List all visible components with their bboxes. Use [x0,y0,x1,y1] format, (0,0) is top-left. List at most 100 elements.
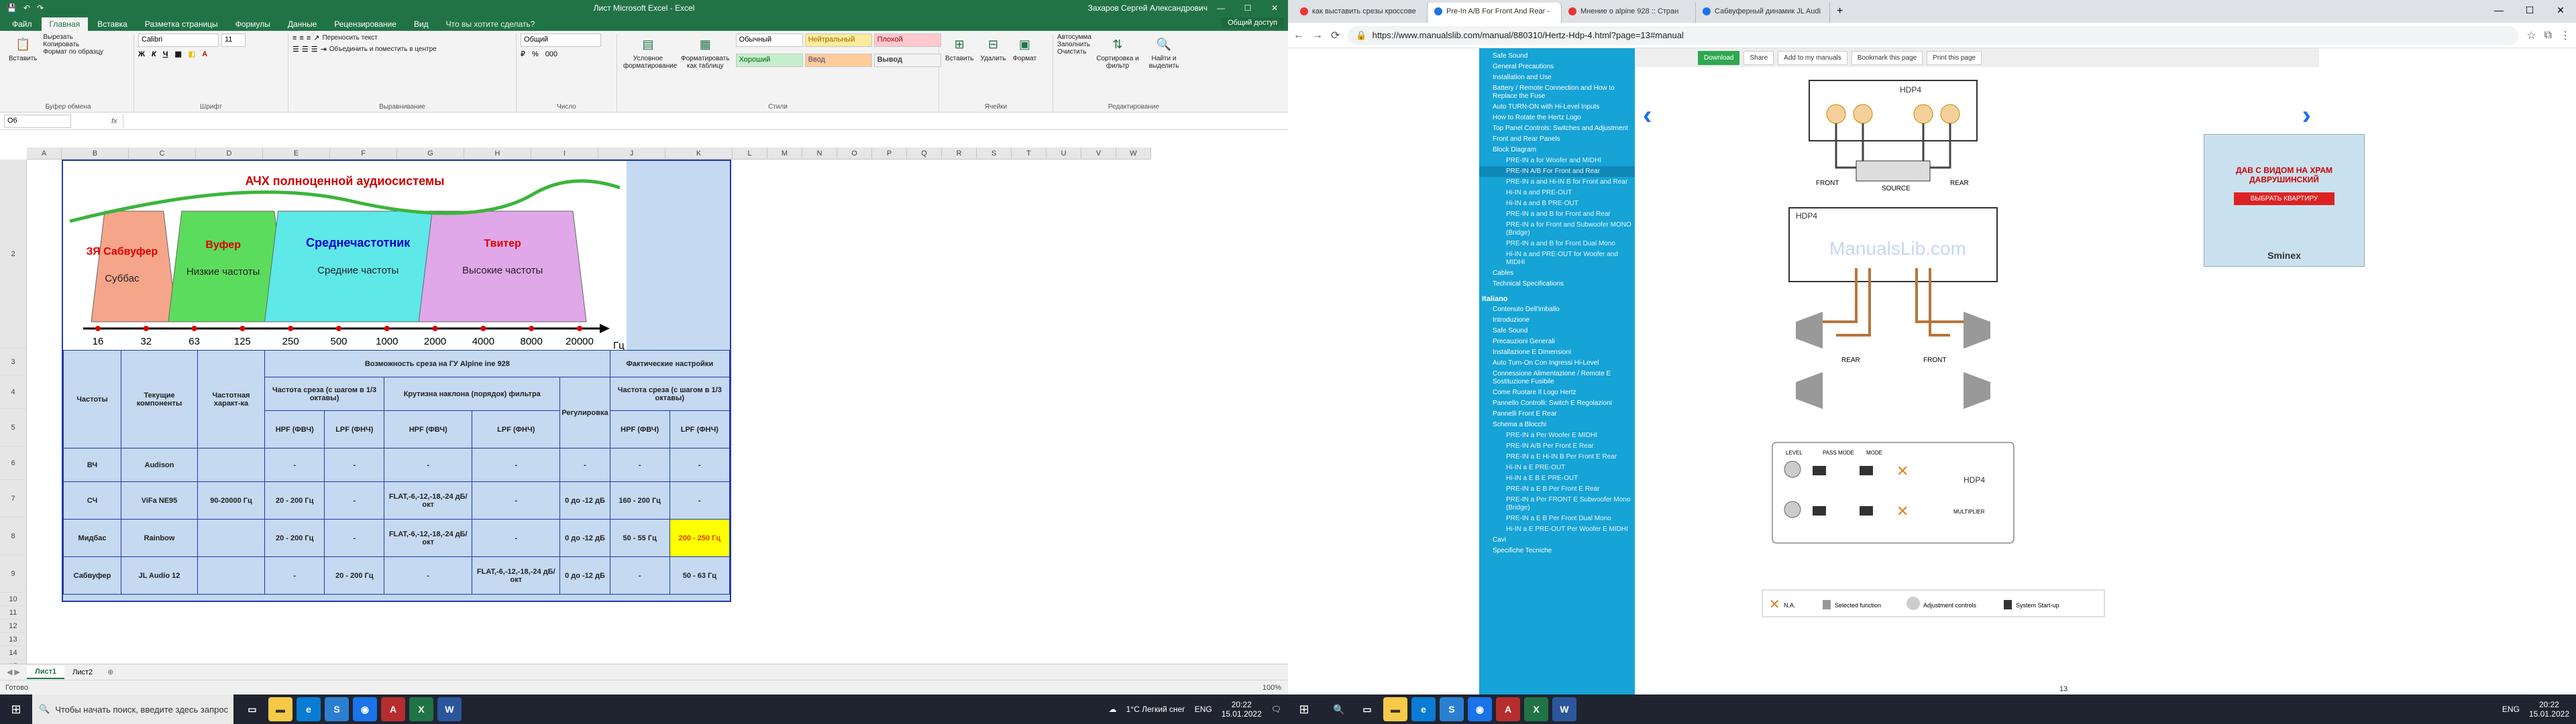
font-color-icon[interactable]: A [202,50,207,58]
column-header[interactable]: D [196,147,263,159]
column-header[interactable]: Q [907,147,942,159]
toc-item[interactable]: PRE-IN a Per Woofer E MIDHI [1479,430,1635,441]
word-icon[interactable]: W [1552,697,1576,721]
table-cell[interactable]: FLAT,-6,-12,-18,-24 дБ/окт [384,481,473,520]
toc-item[interactable]: Front and Rear Panels [1479,134,1635,145]
close-icon[interactable]: ✕ [2545,0,2576,20]
toc-item[interactable]: General Precautions [1479,62,1635,72]
ad-button[interactable]: ВЫБРАТЬ КВАРТИРУ [2234,192,2334,205]
table-cell[interactable]: Audison [121,448,198,482]
advertisement[interactable]: ДАВ С ВИДОМ НА ХРАМ ДАВРУШИНСКИЙ ВЫБРАТЬ… [2204,134,2365,267]
tab-data[interactable]: Данные [280,17,325,31]
row-header[interactable]: 11 [0,606,26,619]
table-cell[interactable]: - [264,448,325,482]
toc-item[interactable]: Top Panel Controls: Switches and Adjustm… [1479,123,1635,134]
word-icon[interactable]: W [437,697,462,721]
comma-icon[interactable]: 000 [545,50,557,58]
column-header[interactable]: T [1012,147,1046,159]
style-normal[interactable]: Обычный [735,34,803,47]
edge-icon[interactable]: e [1411,697,1436,721]
tab-review[interactable]: Рецензирование [326,17,405,31]
tab-view[interactable]: Вид [406,17,437,31]
format-cells-button[interactable]: ▣ Формат [1011,34,1039,64]
task-view-icon[interactable]: ▭ [1355,697,1379,721]
add-sheet-icon[interactable]: ⊕ [101,668,120,676]
paste-button[interactable]: 📋 Вставить [7,34,39,64]
clock[interactable]: 20:22 15.01.2022 [1222,700,1262,719]
toc-item[interactable]: Technical Specifications [1479,279,1635,290]
toc-item[interactable]: Safe Sound [1479,326,1635,337]
toc-item[interactable]: PRE-IN a E B Per Front E Rear [1479,484,1635,495]
fill-button[interactable]: Заполнить [1057,41,1091,48]
browser-tab[interactable]: Мнение о alpine 928 :: Стран [1562,3,1696,23]
toc-item[interactable]: Battery / Remote Connection and How to R… [1479,83,1635,102]
table-cell[interactable]: - [609,448,670,482]
table-cell[interactable]: 50 - 63 Гц [669,556,731,595]
edge-icon[interactable]: e [297,697,321,721]
column-header[interactable]: V [1081,147,1116,159]
column-header[interactable]: G [397,147,464,159]
sheet-tab-1[interactable]: Лист1 [26,665,65,679]
font-size-select[interactable]: 11 [221,34,246,47]
column-header[interactable]: M [767,147,802,159]
formula-input[interactable] [122,114,1288,128]
previous-page-icon[interactable]: ‹ [1643,101,1652,131]
tab-insert[interactable]: Вставка [89,17,136,31]
toc-item[interactable]: PRE-IN a and Hi-IN B for Front and Rear [1479,177,1635,188]
table-cell[interactable]: - [559,448,610,482]
save-icon[interactable]: 💾 [7,3,17,13]
star-icon[interactable]: ☆ [2526,29,2536,42]
fill-color-icon[interactable]: ◧ [189,50,195,58]
table-cell[interactable]: FLAT,-6,-12,-18,-24 дБ/окт [472,556,561,595]
table-cell[interactable] [197,519,265,557]
forward-icon[interactable]: → [1312,29,1323,42]
table-cell[interactable]: 20 - 200 Гц [264,481,325,520]
explorer-icon[interactable]: ▬ [1383,697,1407,721]
italic-icon[interactable]: К [152,50,156,58]
task-view-icon[interactable]: ▭ [240,697,264,721]
table-cell[interactable]: - [324,448,385,482]
toc-item[interactable]: PRE-IN a Per FRONT E Subwoofer Mono (Bri… [1479,495,1635,514]
row-header[interactable]: 10 [0,593,26,606]
user-name[interactable]: Захаров Сергей Александрович [1088,3,1208,13]
bold-icon[interactable]: Ж [138,50,145,58]
table-cell[interactable]: 20 - 200 Гц [324,556,385,595]
column-header[interactable]: I [531,147,598,159]
toc-item[interactable]: Pannello Controlli: Switch E Regolazioni [1479,398,1635,409]
row-header[interactable]: 6 [0,446,26,480]
table-cell[interactable]: - [472,448,561,482]
notifications-icon[interactable]: 🗨 [1271,705,1281,714]
toc-item[interactable]: Schema a Blocchi [1479,420,1635,430]
acrobat-icon[interactable]: A [381,697,405,721]
table-cell[interactable]: 0 до -12 дБ [559,481,610,520]
font-name-select[interactable]: Calibri [138,34,219,47]
insert-cells-button[interactable]: ⊞ Вставить [943,34,975,64]
toc-item[interactable]: Auto Turn-On Con Ingressi Hi-Level [1479,358,1635,369]
explorer-icon[interactable]: ▬ [268,697,292,721]
toc-item[interactable]: Italiano [1479,294,1635,304]
currency-icon[interactable]: ₽ [521,50,525,58]
sheet-nav-icon[interactable]: ◀ ▶ [0,668,27,676]
new-tab-icon[interactable]: + [1830,0,1849,23]
table-cell[interactable]: - [324,519,385,557]
toc-item[interactable]: Hi-IN a and B PRE-OUT [1479,198,1635,209]
reload-icon[interactable]: ⟳ [1331,29,1340,42]
align-bottom-icon[interactable]: ≡ [307,34,311,42]
row-header[interactable]: 7 [0,480,26,518]
table-cell[interactable]: ViFa NE95 [121,481,198,520]
menu-icon[interactable]: ⋮ [2560,29,2571,42]
style-bad[interactable]: Плохой [873,34,941,47]
row-header[interactable]: 2 [0,160,26,349]
toc-item[interactable]: Hi-IN a and PRE-OUT [1479,188,1635,198]
toc-item[interactable]: Hi-IN a E PRE-OUT [1479,463,1635,473]
align-left-icon[interactable]: ☰ [292,45,299,54]
column-header[interactable]: J [598,147,665,159]
table-cell[interactable]: 0 до -12 дБ [559,556,610,595]
worksheet-grid[interactable]: ABCDEFGHIJKLMNOPQRSTUVW 2 3 4 5 6 7 8 9 10 11 12 13… [0,147,1288,664]
toc-item[interactable]: Auto TURN-ON with Hi-Level Inputs [1479,102,1635,113]
zoom-level[interactable]: 100% [1263,684,1281,692]
table-cell[interactable]: 160 - 200 Гц [609,481,670,520]
weather-icon[interactable]: ☁ [1109,705,1117,714]
taskbar-search[interactable]: 🔍 Чтобы начать поиск, введите здесь запро… [32,695,233,724]
toc-item[interactable]: PRE-IN a and B for Front and Rear [1479,209,1635,220]
